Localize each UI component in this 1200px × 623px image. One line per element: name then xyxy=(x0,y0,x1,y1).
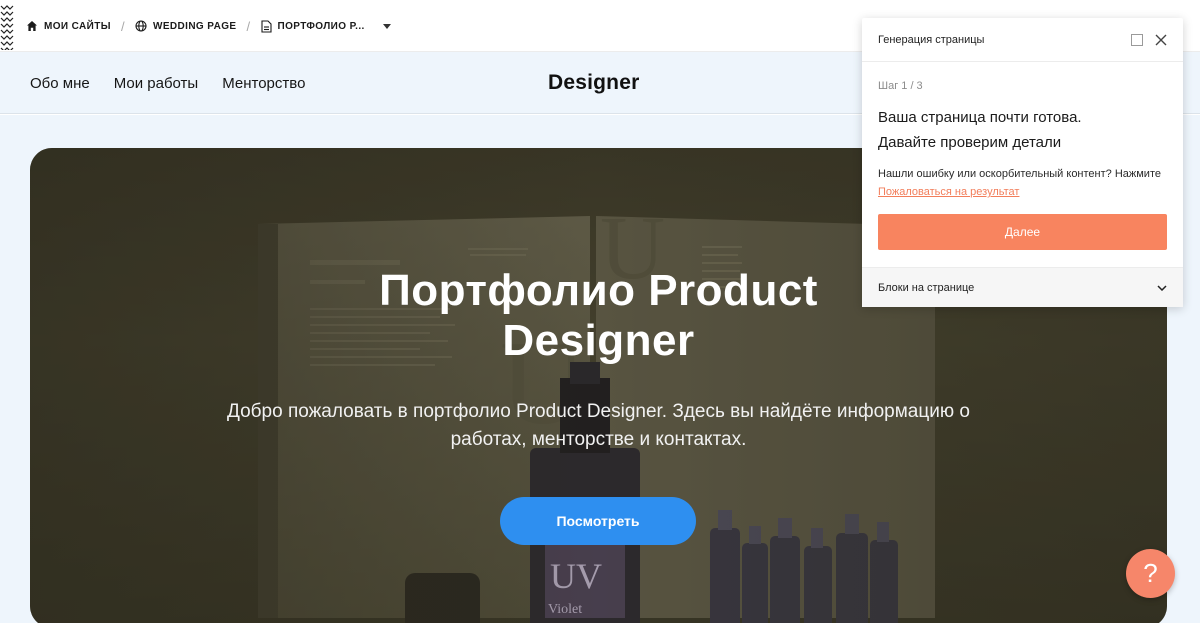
report-link[interactable]: Пожаловаться на результат xyxy=(878,186,1019,198)
site-nav: Обо мне Мои работы Менторство xyxy=(30,52,305,114)
report-prompt: Нашли ошибку или оскорбительный контент?… xyxy=(878,168,1161,180)
view-button[interactable]: Посмотреть xyxy=(500,497,696,545)
zigzag-decoration-icon xyxy=(0,4,16,50)
home-icon xyxy=(27,21,37,31)
page-icon xyxy=(260,19,272,33)
panel-message: Ваша страница почти готова. Давайте пров… xyxy=(878,105,1168,155)
close-icon[interactable] xyxy=(1155,34,1167,46)
nav-item-about[interactable]: Обо мне xyxy=(30,75,90,92)
breadcrumb-label: МОИ САЙТЫ xyxy=(44,20,111,32)
page-blocks-label: Блоки на странице xyxy=(878,281,975,294)
chevron-down-icon xyxy=(1157,282,1167,294)
minimize-icon[interactable] xyxy=(1131,33,1143,46)
breadcrumb-separator: / xyxy=(120,18,125,34)
breadcrumb-label: ПОРТФОЛИО Р... xyxy=(277,20,365,32)
question-mark-icon: ? xyxy=(1143,558,1158,588)
panel-message-line: Ваша страница почти готова. xyxy=(878,109,1082,126)
page-generation-panel: Генерация страницы Шаг 1 / 3 Ваша страни… xyxy=(862,18,1183,307)
help-button[interactable]: ? xyxy=(1126,549,1175,598)
breadcrumb-portfolio-page[interactable]: ПОРТФОЛИО Р... xyxy=(260,19,391,33)
chevron-down-icon[interactable] xyxy=(382,23,391,29)
hero-subtitle: Добро пожаловать в портфолио Product Des… xyxy=(227,401,970,450)
page-blocks-toggle[interactable]: Блоки на странице xyxy=(862,267,1183,307)
breadcrumb-separator: / xyxy=(246,18,251,34)
panel-message-line: Давайте проверим детали xyxy=(878,134,1062,151)
nav-item-works[interactable]: Мои работы xyxy=(114,75,199,92)
globe-icon xyxy=(135,20,147,32)
breadcrumb: МОИ САЙТЫ / WEDDING PAGE / ПОРТФОЛИО Р..… xyxy=(26,0,391,52)
hero-heading-line: Designer xyxy=(502,316,695,365)
step-indicator: Шаг 1 / 3 xyxy=(878,80,923,92)
breadcrumb-label: WEDDING PAGE xyxy=(152,20,237,32)
next-button[interactable]: Далее xyxy=(878,214,1167,250)
nav-item-mentorship[interactable]: Менторство xyxy=(222,75,305,92)
panel-header: Генерация страницы xyxy=(862,18,1183,62)
panel-title: Генерация страницы xyxy=(878,33,985,46)
report-text: Нашли ошибку или оскорбительный контент?… xyxy=(878,165,1168,201)
breadcrumb-my-sites[interactable]: МОИ САЙТЫ xyxy=(26,20,111,32)
site-logo-title[interactable]: Designer xyxy=(548,52,639,114)
breadcrumb-wedding-page[interactable]: WEDDING PAGE xyxy=(135,20,237,32)
